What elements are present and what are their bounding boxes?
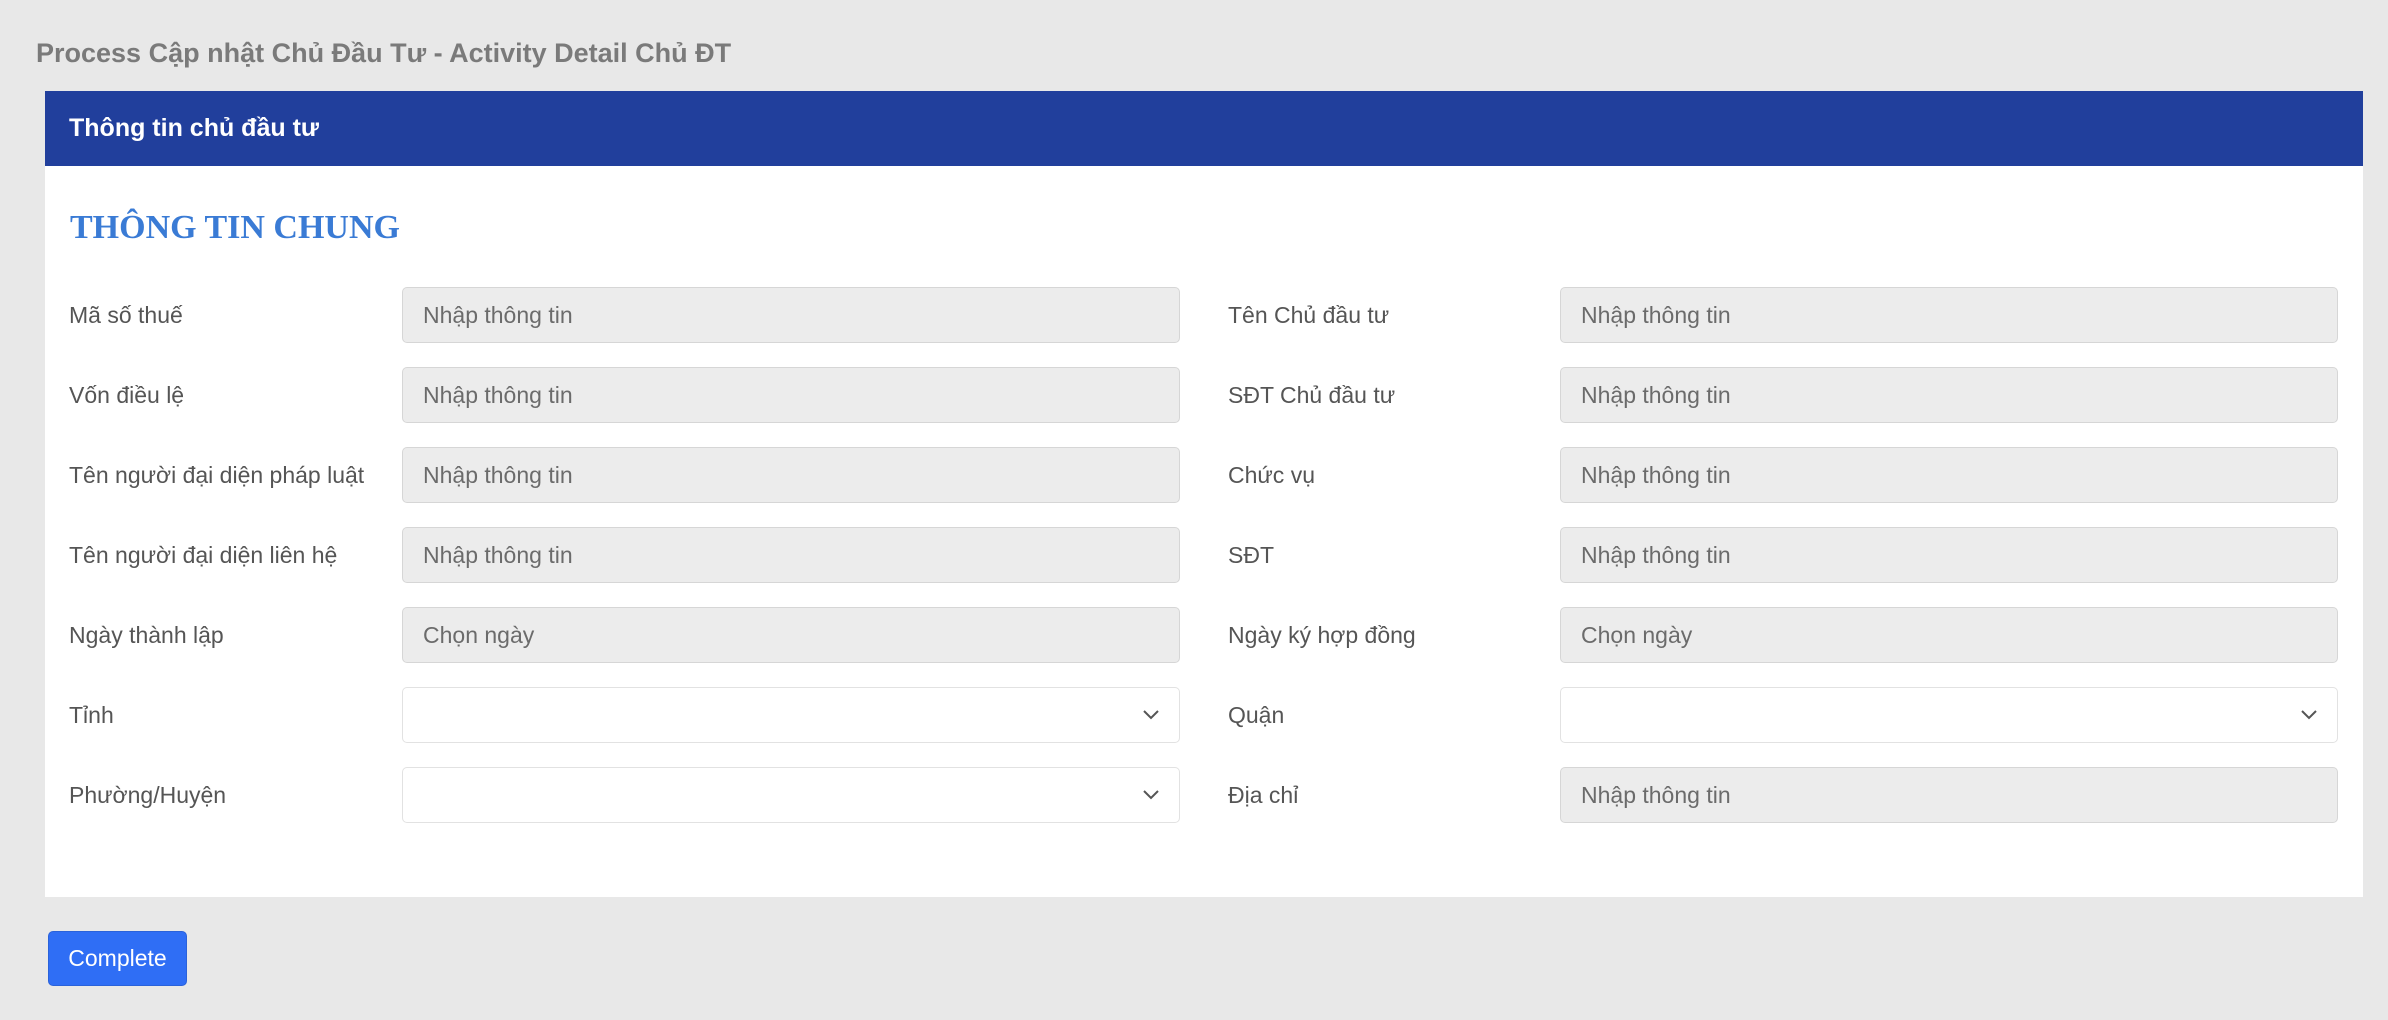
position-input[interactable]: Nhập thông tin: [1560, 447, 2338, 503]
investor-phone-label: SĐT Chủ đầu tư: [1228, 382, 1396, 408]
ward-district-label: Phường/Huyện: [69, 782, 227, 808]
phone-label: SĐT: [1228, 542, 1274, 568]
district-label: Quận: [1228, 702, 1285, 728]
legal-representative-input[interactable]: Nhập thông tin: [402, 447, 1180, 503]
contact-representative-input[interactable]: Nhập thông tin: [402, 527, 1180, 583]
chevron-down-icon: [2301, 710, 2317, 720]
address-label: Địa chỉ: [1228, 782, 1299, 808]
contract-date-picker[interactable]: Chọn ngày: [1560, 607, 2338, 663]
investor-phone-input[interactable]: Nhập thông tin: [1560, 367, 2338, 423]
investor-name-label: Tên Chủ đầu tư: [1228, 302, 1390, 328]
chevron-down-icon: [1143, 710, 1159, 720]
charter-capital-input[interactable]: Nhập thông tin: [402, 367, 1180, 423]
investor-name-input[interactable]: Nhập thông tin: [1560, 287, 2338, 343]
address-input[interactable]: Nhập thông tin: [1560, 767, 2338, 823]
contract-date-label: Ngày ký hợp đồng: [1228, 622, 1416, 648]
district-select[interactable]: [1560, 687, 2338, 743]
ward-district-select[interactable]: [402, 767, 1180, 823]
tax-code-input[interactable]: Nhập thông tin: [402, 287, 1180, 343]
position-label: Chức vụ: [1228, 462, 1315, 488]
phone-input[interactable]: Nhập thông tin: [1560, 527, 2338, 583]
province-label: Tỉnh: [69, 702, 114, 728]
province-select[interactable]: [402, 687, 1180, 743]
charter-capital-label: Vốn điều lệ: [69, 382, 185, 408]
page-title: Process Cập nhật Chủ Đầu Tư - Activity D…: [36, 38, 732, 68]
complete-button[interactable]: Complete: [48, 931, 187, 986]
founding-date-label: Ngày thành lập: [69, 622, 224, 648]
section-title: THÔNG TIN CHUNG: [70, 209, 400, 246]
card-header: Thông tin chủ đầu tư: [45, 91, 2363, 166]
contact-representative-label: Tên người đại diện liên hệ: [69, 542, 338, 568]
legal-representative-label: Tên người đại diện pháp luật: [69, 462, 365, 488]
founding-date-picker[interactable]: Chọn ngày: [402, 607, 1180, 663]
investor-info-card: Thông tin chủ đầu tư THÔNG TIN CHUNG Mã …: [45, 91, 2363, 897]
chevron-down-icon: [1143, 790, 1159, 800]
tax-code-label: Mã số thuế: [69, 302, 183, 328]
